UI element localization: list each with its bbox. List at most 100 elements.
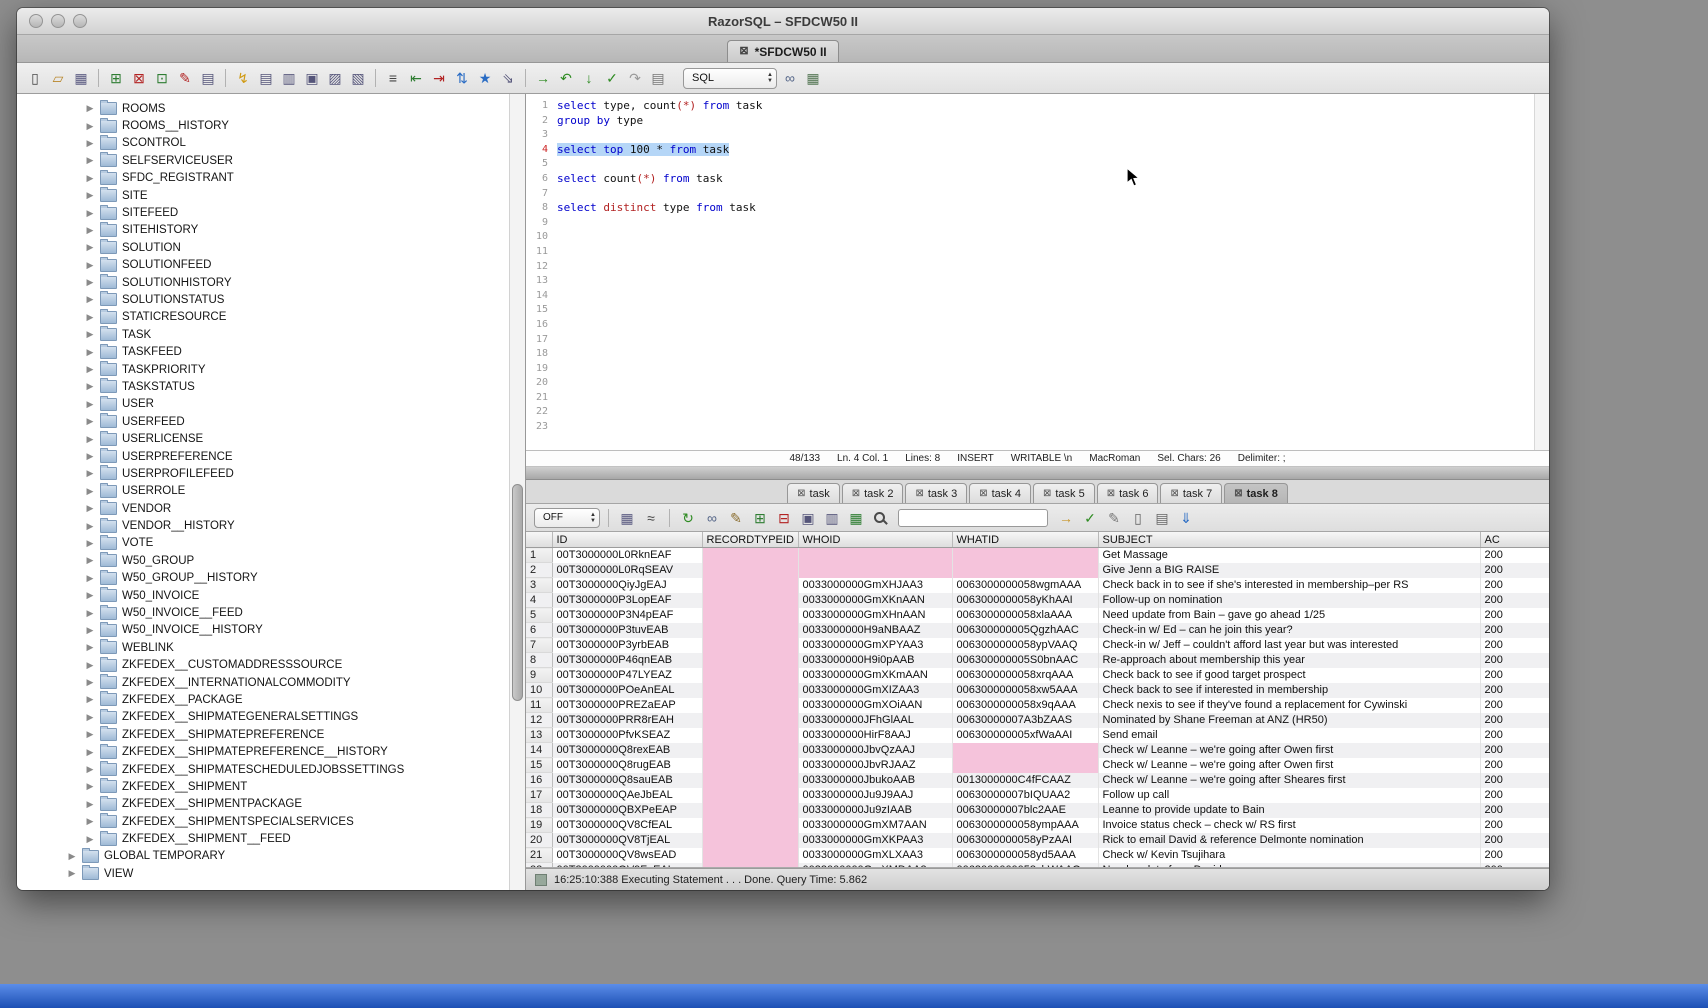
tree-item[interactable]: ▶WEBLINK <box>17 639 525 656</box>
cell-recordtypeid[interactable] <box>702 623 798 638</box>
fetch-more-icon[interactable]: ↓ <box>579 68 599 88</box>
cell-subject[interactable]: Follow up call <box>1098 788 1480 803</box>
cell-subject[interactable]: Follow-up on nomination <box>1098 593 1480 608</box>
cell-whatid[interactable]: 00630000007A3bZAAS <box>952 713 1098 728</box>
cell-ac[interactable]: 200 <box>1480 653 1549 668</box>
row-number-cell[interactable]: 6 <box>526 623 552 638</box>
cell-subject[interactable]: Need update from David <box>1098 863 1480 869</box>
cell-subject[interactable]: Check-in w/ Ed – can he join this year? <box>1098 623 1480 638</box>
table-row[interactable]: 1600T3000000Q8sauEAB0033000000JbukoAAB00… <box>526 773 1549 788</box>
cell-whoid[interactable]: 0033000000GmXKPAA3 <box>798 833 952 848</box>
cell-recordtypeid[interactable] <box>702 833 798 848</box>
table-row[interactable]: 2100T3000000QV8wsEAD0033000000GmXLXAA300… <box>526 848 1549 863</box>
tree-scrollbar-thumb[interactable] <box>512 484 523 701</box>
search-next-icon[interactable]: → <box>1056 508 1076 528</box>
cell-ac[interactable]: 200 <box>1480 833 1549 848</box>
cell-id[interactable]: 00T3000000PfvKSEAZ <box>552 728 702 743</box>
disclosure-triangle-icon[interactable]: ▶ <box>85 329 95 340</box>
close-button[interactable] <box>29 14 43 28</box>
apply-changes-icon[interactable]: ✓ <box>1080 508 1100 528</box>
cell-whatid[interactable]: 00630000007blc2AAE <box>952 803 1098 818</box>
cell-ac[interactable]: 200 <box>1480 578 1549 593</box>
column-header-SUBJECT[interactable]: SUBJECT <box>1098 532 1480 548</box>
disclosure-triangle-icon[interactable]: ▶ <box>85 764 95 775</box>
cell-ac[interactable]: 200 <box>1480 698 1549 713</box>
tree-item[interactable]: ▶SOLUTIONFEED <box>17 257 525 274</box>
tree-item[interactable]: ▶ZKFEDEX__SHIPMENTPACKAGE <box>17 796 525 813</box>
result-tab-task[interactable]: ⊠task <box>787 483 840 503</box>
cell-whoid[interactable]: 0033000000H9i0pAAB <box>798 653 952 668</box>
tree-item[interactable]: ▶ZKFEDEX__SHIPMENTSPECIALSERVICES <box>17 813 525 830</box>
cell-recordtypeid[interactable] <box>702 758 798 773</box>
row-number-cell[interactable]: 14 <box>526 743 552 758</box>
tree-item[interactable]: ▶ZKFEDEX__SHIPMATEGENERALSETTINGS <box>17 709 525 726</box>
cell-id[interactable]: 00T3000000P3tuvEAB <box>552 623 702 638</box>
cell-ac[interactable]: 200 <box>1480 713 1549 728</box>
tree-item[interactable]: ▶ZKFEDEX__SHIPMATEPREFERENCE__HISTORY <box>17 743 525 760</box>
cell-whatid[interactable]: 0063000000058wgmAAA <box>952 578 1098 593</box>
cell-whoid[interactable]: 0033000000GmXLXAA3 <box>798 848 952 863</box>
cell-id[interactable]: 00T3000000PREZaEAP <box>552 698 702 713</box>
cell-id[interactable]: 00T3000000L0RqSEAV <box>552 563 702 578</box>
cell-recordtypeid[interactable] <box>702 563 798 578</box>
disclosure-triangle-icon[interactable]: ▶ <box>85 503 95 514</box>
cell-subject[interactable]: Check-in w/ Jeff – couldn't afford last … <box>1098 638 1480 653</box>
connect-database-icon[interactable]: ⊞ <box>106 68 126 88</box>
tab-close-icon[interactable]: ⊠ <box>1043 489 1051 499</box>
cell-id[interactable]: 00T3000000QV8TjEAL <box>552 833 702 848</box>
row-number-cell[interactable]: 11 <box>526 698 552 713</box>
cell-recordtypeid[interactable] <box>702 728 798 743</box>
go-forward-icon[interactable]: → <box>533 68 553 88</box>
cell-id[interactable]: 00T3000000Q8sauEAB <box>552 773 702 788</box>
cell-recordtypeid[interactable] <box>702 608 798 623</box>
cell-whoid[interactable]: 0033000000HirF8AAJ <box>798 728 952 743</box>
cell-whatid[interactable]: 00630000007bIQUAA2 <box>952 788 1098 803</box>
save-file-icon[interactable]: ▦ <box>71 68 91 88</box>
cell-whatid[interactable]: 0063000000058yd5AAA <box>952 848 1098 863</box>
cell-id[interactable]: 00T3000000PRR8rEAH <box>552 713 702 728</box>
cell-whoid[interactable]: 0033000000GmXKnAAN <box>798 593 952 608</box>
disclosure-triangle-icon[interactable]: ▶ <box>85 190 95 201</box>
table-row[interactable]: 400T3000000P3LopEAF0033000000GmXKnAAN006… <box>526 593 1549 608</box>
tab-close-icon[interactable]: ⊠ <box>1234 489 1242 499</box>
table-row[interactable]: 1200T3000000PRR8rEAH0033000000JFhGlAAL00… <box>526 713 1549 728</box>
tree-item[interactable]: ▶ZKFEDEX__INTERNATIONALCOMMODITY <box>17 674 525 691</box>
open-file-icon[interactable]: ▱ <box>48 68 68 88</box>
row-number-cell[interactable]: 12 <box>526 713 552 728</box>
cell-whatid[interactable]: 006300000005QgzhAAC <box>952 623 1098 638</box>
tree-scrollbar[interactable] <box>509 94 525 890</box>
disclosure-triangle-icon[interactable]: ▶ <box>85 816 95 827</box>
cell-ac[interactable]: 200 <box>1480 668 1549 683</box>
disclosure-triangle-icon[interactable]: ▶ <box>85 521 95 532</box>
tree-item[interactable]: ▶ZKFEDEX__SHIPMENT <box>17 778 525 795</box>
cell-whatid[interactable] <box>952 563 1098 578</box>
tree-item[interactable]: ▶SOLUTIONSTATUS <box>17 291 525 308</box>
cell-ac[interactable]: 200 <box>1480 818 1549 833</box>
cell-id[interactable]: 00T3000000QAeJbEAL <box>552 788 702 803</box>
sql-editor-text[interactable]: 1select type, count(*) from task2group b… <box>526 94 1534 450</box>
column-header-rownum[interactable] <box>526 532 552 548</box>
cell-ac[interactable]: 200 <box>1480 803 1549 818</box>
cell-whoid[interactable]: 0033000000JbukoAAB <box>798 773 952 788</box>
cell-whatid[interactable] <box>952 548 1098 563</box>
sql-editor[interactable]: 1select type, count(*) from task2group b… <box>526 94 1549 451</box>
table-row[interactable]: 300T3000000QiyJgEAJ0033000000GmXHJAA3006… <box>526 578 1549 593</box>
undo-icon[interactable]: ↷ <box>625 68 645 88</box>
disclosure-triangle-icon[interactable]: ▶ <box>85 138 95 149</box>
tree-item[interactable]: ▶USERPROFILEFEED <box>17 465 525 482</box>
export-table-icon[interactable]: ⇘ <box>498 68 518 88</box>
row-number-cell[interactable]: 4 <box>526 593 552 608</box>
table-row[interactable]: 200T3000000L0RqSEAVGive Jenn a BIG RAISE… <box>526 563 1549 578</box>
cell-recordtypeid[interactable] <box>702 683 798 698</box>
database-info-icon[interactable]: ▤ <box>198 68 218 88</box>
link-rows-icon[interactable]: ∞ <box>702 508 722 528</box>
cell-whoid[interactable]: 0033000000JbvRJAAZ <box>798 758 952 773</box>
disclosure-triangle-icon[interactable]: ▶ <box>85 729 95 740</box>
cell-recordtypeid[interactable] <box>702 668 798 683</box>
favorites-icon[interactable]: ★ <box>475 68 495 88</box>
tree-item[interactable]: ▶SELFSERVICEUSER <box>17 152 525 169</box>
row-number-cell[interactable]: 20 <box>526 833 552 848</box>
disclosure-triangle-icon[interactable]: ▶ <box>85 642 95 653</box>
cell-whoid[interactable] <box>798 563 952 578</box>
cell-recordtypeid[interactable] <box>702 578 798 593</box>
